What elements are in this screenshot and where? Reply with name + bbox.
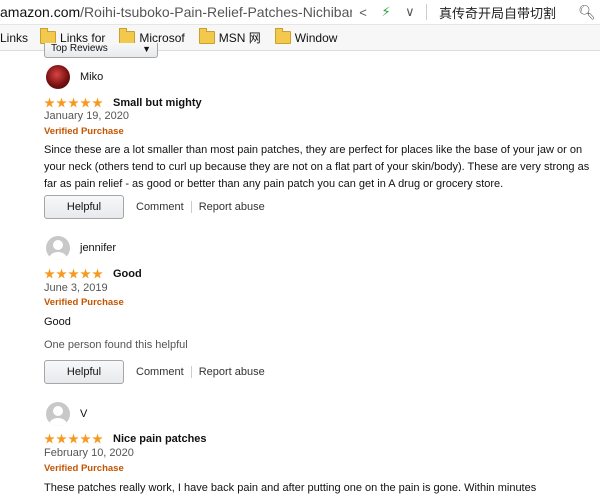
- rating-line: Nice pain patches: [44, 433, 207, 445]
- star-icon: [92, 268, 103, 279]
- url-field[interactable]: amazon.com/Roihi-tsuboko-Pain-Relief-Pat…: [0, 4, 352, 20]
- star-icon: [68, 97, 79, 108]
- avatar: [46, 402, 70, 426]
- rating-line: Good: [44, 268, 142, 280]
- url-path: /Roihi-tsuboko-Pain-Relief-Patches-Nichi…: [80, 4, 352, 20]
- star-icon: [56, 97, 67, 108]
- avatar-shoulders: [49, 418, 67, 426]
- report-abuse-link[interactable]: Report abuse: [199, 201, 265, 213]
- star-icon: [80, 433, 91, 444]
- avatar-head: [53, 406, 63, 416]
- star-icon: [44, 97, 55, 108]
- address-bar-icons: < ⚡ ∨: [352, 4, 422, 20]
- review-actions: Helpful Comment Report abuse: [44, 195, 265, 219]
- comment-link[interactable]: Comment: [136, 366, 184, 378]
- share-icon[interactable]: <: [359, 5, 367, 20]
- star-rating[interactable]: [44, 97, 104, 109]
- folder-icon: [198, 28, 215, 44]
- star-icon: [92, 97, 103, 108]
- chevron-down-icon: ▼: [142, 44, 151, 54]
- bookmark-label: Links: [0, 30, 29, 45]
- reviewer-name: jennifer: [80, 242, 117, 254]
- verified-badge[interactable]: Verified Purchase: [44, 463, 124, 474]
- avatar: [46, 65, 70, 89]
- review-body: Since these are a lot smaller than most …: [44, 144, 590, 190]
- comment-link[interactable]: Comment: [136, 201, 184, 213]
- bookmark-label: Window: [294, 30, 338, 45]
- search-input[interactable]: 真传奇开局自带切割: [431, 3, 574, 22]
- helpful-button[interactable]: Helpful: [44, 360, 124, 384]
- reviewer-name: Miko: [80, 71, 104, 83]
- action-divider: [190, 366, 192, 378]
- review-actions: Helpful Comment Report abuse: [44, 360, 265, 384]
- star-icon: [80, 268, 91, 279]
- report-abuse-link[interactable]: Report abuse: [199, 366, 265, 378]
- verified-badge[interactable]: Verified Purchase: [44, 126, 124, 137]
- review-headline[interactable]: Small but mighty: [113, 97, 202, 109]
- star-icon: [92, 433, 103, 444]
- folder-icon: [274, 28, 291, 44]
- reviews-content: Top Reviews ▼ Miko Small but mighty Janu…: [0, 43, 600, 500]
- reviewer-name: V: [80, 408, 88, 420]
- review-headline[interactable]: Good: [113, 268, 142, 280]
- reviewer-profile[interactable]: V: [46, 402, 87, 426]
- star-icon: [56, 268, 67, 279]
- star-icon: [80, 97, 91, 108]
- avatar-head: [53, 240, 63, 250]
- star-icon: [44, 433, 55, 444]
- star-rating[interactable]: [44, 268, 104, 280]
- address-divider: [426, 4, 427, 20]
- chevron-down-icon[interactable]: ∨: [405, 4, 415, 20]
- address-bar[interactable]: amazon.com/Roihi-tsuboko-Pain-Relief-Pat…: [0, 0, 600, 25]
- review-headline[interactable]: Nice pain patches: [113, 433, 207, 445]
- reviewer-profile[interactable]: jennifer: [46, 236, 116, 260]
- bookmark-label: MSN 网: [218, 31, 261, 45]
- review-date: January 19, 2020: [44, 110, 130, 122]
- sort-dropdown-label: Top Reviews: [51, 43, 108, 54]
- sort-dropdown[interactable]: Top Reviews ▼: [44, 43, 158, 58]
- star-icon: [68, 433, 79, 444]
- avatar: [46, 236, 70, 260]
- star-icon: [56, 433, 67, 444]
- rating-line: Small but mighty: [44, 97, 202, 109]
- star-rating[interactable]: [44, 433, 104, 445]
- reviewer-profile[interactable]: Miko: [46, 65, 103, 89]
- verified-badge[interactable]: Verified Purchase: [44, 297, 124, 308]
- helpful-count: One person found this helpful: [44, 339, 188, 351]
- bookmark-links[interactable]: Links: [0, 31, 28, 45]
- action-divider: [190, 201, 192, 213]
- review-body: Good: [44, 316, 71, 328]
- lightning-icon[interactable]: ⚡: [381, 4, 390, 20]
- star-icon: [44, 268, 55, 279]
- review-date: February 10, 2020: [44, 447, 134, 459]
- url-domain: amazon.com: [0, 4, 81, 20]
- avatar-shoulders: [49, 252, 67, 260]
- bookmark-windows[interactable]: Window: [274, 28, 338, 45]
- review-body: These patches really work, I have back p…: [44, 482, 537, 494]
- review-date: June 3, 2019: [44, 282, 108, 294]
- star-icon: [68, 268, 79, 279]
- bookmark-msn[interactable]: MSN 网: [198, 28, 261, 46]
- search-icon[interactable]: 🔍︎: [574, 4, 600, 21]
- helpful-button[interactable]: Helpful: [44, 195, 124, 219]
